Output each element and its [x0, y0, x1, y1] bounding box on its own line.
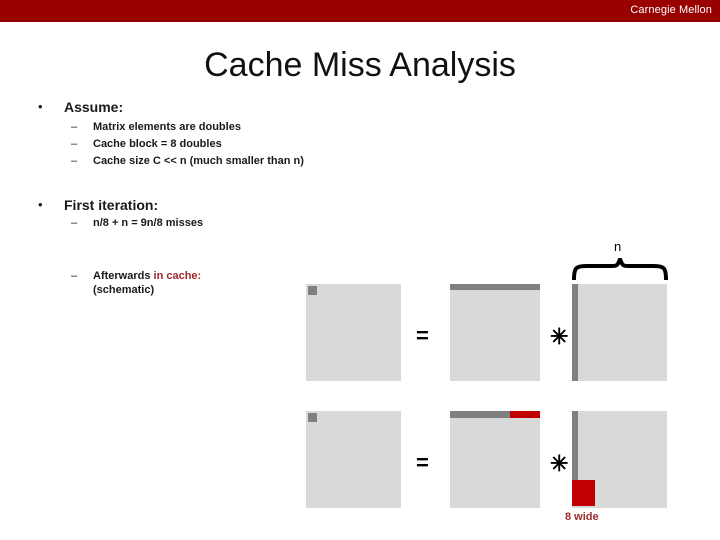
- row2-operand-b-matrix: [572, 411, 667, 508]
- brace-label-n: n: [614, 239, 622, 254]
- afterwards-text: Afterwards: [93, 270, 154, 282]
- sub-bullet-label: n/8 + n = 9n/8 misses: [93, 217, 204, 229]
- width-label-8-wide: 8 wide: [565, 511, 599, 523]
- row1-operand-b-matrix: [572, 284, 667, 381]
- sub-bullet-label: Matrix elements are doubles: [93, 121, 241, 133]
- sub-bullet-label: Cache block = 8 doubles: [93, 138, 222, 150]
- sub-bullet-matrix-elements: – Matrix elements are doubles: [71, 121, 241, 133]
- bullet-assume-label: Assume:: [64, 99, 124, 115]
- sub-bullet-cache-size: – Cache size C << n (much smaller than n…: [71, 155, 304, 167]
- row2-result-matrix: [306, 411, 401, 508]
- brand-label: Carnegie Mellon: [630, 4, 712, 16]
- brand-bar: Carnegie Mellon: [0, 0, 720, 22]
- bullet-first-iteration: • First iteration:: [38, 197, 159, 213]
- row1-operand-a-row-band: [450, 284, 540, 290]
- sub-bullet-cache-block: – Cache block = 8 doubles: [71, 138, 222, 150]
- row1-result-corner-block: [308, 286, 317, 295]
- afterwards-accent-text: in cache:: [153, 270, 202, 282]
- sub-bullet-marker-icon: –: [71, 270, 78, 282]
- sub-bullet-marker-icon: –: [71, 217, 78, 229]
- row2-operand-a-matrix: [450, 411, 540, 508]
- sub-bullet-marker-icon: –: [71, 155, 78, 167]
- row2-operand-b-column-band: [572, 411, 578, 480]
- bullet-marker-icon: •: [38, 197, 43, 212]
- dimension-brace-icon: [572, 258, 668, 280]
- row1-operand-b-column-band: [572, 284, 578, 381]
- row1-operand-a-matrix: [450, 284, 540, 381]
- row1-times-symbol: ✳: [550, 324, 569, 349]
- sub-bullet-afterwards: – Afterwards in cache:: [71, 270, 202, 282]
- row2-operand-a-row-band-gray: [450, 411, 510, 418]
- bullet-assume: • Assume:: [38, 99, 124, 115]
- afterwards-schematic-note: (schematic): [93, 284, 155, 296]
- bullet-marker-icon: •: [38, 99, 43, 114]
- sub-bullet-label: Cache size C << n (much smaller than n): [93, 155, 304, 167]
- sub-bullet-marker-icon: –: [71, 138, 78, 150]
- row2-times-symbol: ✳: [550, 451, 569, 476]
- row1-result-matrix: [306, 284, 401, 381]
- page-title: Cache Miss Analysis: [204, 46, 516, 84]
- row2-result-corner-block: [308, 413, 317, 422]
- bullet-first-iteration-label: First iteration:: [64, 197, 159, 213]
- sub-bullet-marker-icon: –: [71, 121, 78, 133]
- row2-operand-b-block-red: [572, 480, 595, 506]
- row2-equals-symbol: =: [416, 450, 429, 475]
- row1-equals-symbol: =: [416, 323, 429, 348]
- sub-bullet-miss-count: – n/8 + n = 9n/8 misses: [71, 217, 204, 229]
- row2-operand-a-row-band-red: [510, 411, 540, 418]
